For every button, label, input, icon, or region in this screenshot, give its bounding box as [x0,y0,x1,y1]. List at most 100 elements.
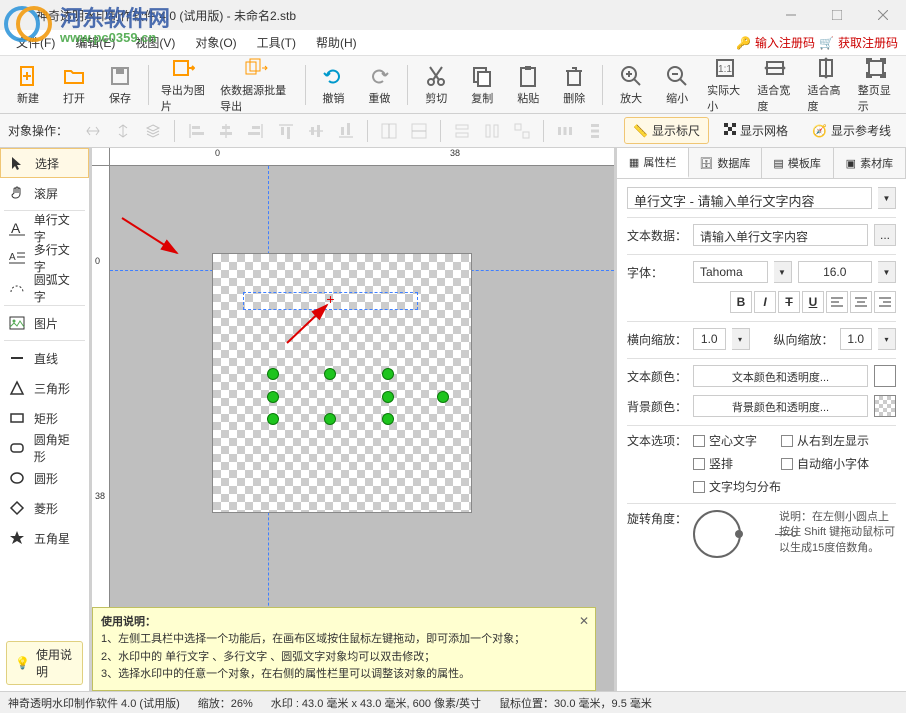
tab-assets[interactable]: ▣素材库 [834,148,906,178]
toolbar-undo-button[interactable]: 撤销 [311,60,355,110]
tool-cursor[interactable]: 选择 [0,148,89,178]
toolbar-batch-export-button[interactable]: 依数据源批量导出 [214,52,298,118]
vscale-field[interactable]: 1.0 [840,328,873,350]
align-center-text-button[interactable] [850,291,872,313]
tool-hand[interactable]: 滚屏 [0,178,89,208]
check-distribute[interactable]: 文字均匀分布 [693,478,781,495]
menu-help[interactable]: 帮助(H) [308,31,365,54]
toolbar-fit-width-button[interactable]: 适合宽度 [751,52,799,118]
object-title-field[interactable]: 单行文字 - 请输入单行文字内容 [627,187,872,209]
rotate-dial-wrap[interactable] [693,510,773,558]
minimize-button[interactable] [768,0,814,30]
close-button[interactable] [860,0,906,30]
help-button[interactable]: 💡 使用说明 [6,641,83,685]
handle-rotate[interactable] [437,391,449,403]
handle-mr[interactable] [382,391,394,403]
center-h-button[interactable] [376,118,402,144]
handle-ml[interactable] [267,391,279,403]
align-top-button[interactable] [273,118,299,144]
align-bottom-button[interactable] [333,118,359,144]
align-right-button[interactable] [243,118,269,144]
font-field[interactable]: Tahoma [693,261,768,283]
tab-database[interactable]: 🗄数据库 [689,148,761,178]
toolbar-zoom-in-button[interactable]: 放大 [609,60,653,110]
text-data-more-button[interactable]: ... [874,224,896,246]
align-left-button[interactable] [183,118,209,144]
distribute-h-button[interactable] [552,118,578,144]
show-ruler-toggle[interactable]: 📏 显示标尺 [624,117,709,144]
same-height-button[interactable] [479,118,505,144]
check-rtl[interactable]: 从右到左显示 [781,432,869,449]
get-code-link[interactable]: 🛒 获取注册码 [819,34,898,51]
font-dropdown-button[interactable]: ▼ [774,261,792,283]
info-close-button[interactable]: ✕ [577,612,591,626]
menu-object[interactable]: 对象(O) [187,31,244,54]
check-autoshrink[interactable]: 自动缩小字体 [781,455,869,472]
handle-tr[interactable] [382,368,394,380]
object-dropdown-button[interactable]: ▼ [878,187,896,209]
tool-round-rect[interactable]: 圆角矩形 [0,433,89,463]
handle-tl[interactable] [267,368,279,380]
text-color-swatch[interactable] [874,365,896,387]
toolbar-zoom-actual-button[interactable]: 1:1实际大小 [701,52,749,118]
toolbar-delete-button[interactable]: 删除 [552,60,596,110]
handle-br[interactable] [382,413,394,425]
font-size-field[interactable]: 16.0 [798,261,873,283]
toolbar-zoom-out-button[interactable]: 缩小 [655,60,699,110]
center-v-button[interactable] [406,118,432,144]
toolbar-redo-button[interactable]: 重做 [357,60,401,110]
align-middle-v-button[interactable] [303,118,329,144]
underline-button[interactable]: U [802,291,824,313]
tool-ellipse[interactable]: 圆形 [0,463,89,493]
menu-edit[interactable]: 编辑(E) [67,31,123,54]
toolbar-fit-height-button[interactable]: 适合高度 [802,52,850,118]
menu-tools[interactable]: 工具(T) [249,31,304,54]
toolbar-save-button[interactable]: 保存 [98,60,142,110]
same-size-button[interactable] [509,118,535,144]
check-hollow[interactable]: 空心文字 [693,432,757,449]
vscale-stepper[interactable]: ▾ [878,328,896,350]
tab-template[interactable]: ▤模板库 [762,148,834,178]
canvas-area[interactable]: 0 38 0 38 + [92,148,614,691]
same-width-button[interactable] [449,118,475,144]
bg-color-swatch[interactable] [874,395,896,417]
tool-diamond[interactable]: 菱形 [0,493,89,523]
text-data-field[interactable]: 请输入单行文字内容 [693,224,868,246]
layer-button[interactable] [140,118,166,144]
strike-button[interactable]: T [778,291,800,313]
flip-h-button[interactable] [80,118,106,144]
tool-text-multi[interactable]: A多行文字 [0,243,89,273]
menu-view[interactable]: 视图(V) [127,31,183,54]
tool-text-single[interactable]: A单行文字 [0,213,89,243]
toolbar-export-image-button[interactable]: 导出为图片 [155,52,212,118]
toolbar-paste-button[interactable]: 粘贴 [506,60,550,110]
tool-triangle[interactable]: 三角形 [0,373,89,403]
toolbar-fit-page-button[interactable]: 整页显示 [852,52,900,118]
show-grid-toggle[interactable]: 显示网格 [715,117,797,144]
menu-file[interactable]: 文件(F) [8,31,63,54]
handle-tc[interactable] [324,368,336,380]
toolbar-copy-button[interactable]: 复制 [460,60,504,110]
tool-image[interactable]: 图片 [0,308,89,338]
tool-rect[interactable]: 矩形 [0,403,89,433]
show-guides-toggle[interactable]: 🧭 显示参考线 [803,117,900,144]
enter-code-link[interactable]: 🔑 输入注册码 [736,34,815,51]
tool-line[interactable]: 直线 [0,343,89,373]
text-color-button[interactable]: 文本颜色和透明度... [693,365,868,387]
tool-star[interactable]: 五角星 [0,523,89,553]
hscale-stepper[interactable]: ▾ [732,328,750,350]
align-center-h-button[interactable] [213,118,239,144]
align-left-text-button[interactable] [826,291,848,313]
distribute-v-button[interactable] [582,118,608,144]
handle-bl[interactable] [267,413,279,425]
tool-text-arc[interactable]: 圆弧文字 [0,273,89,303]
handle-bc[interactable] [324,413,336,425]
hscale-field[interactable]: 1.0 [693,328,726,350]
toolbar-folder-open-button[interactable]: 打开 [52,60,96,110]
align-right-text-button[interactable] [874,291,896,313]
tab-properties[interactable]: ▦属性栏 [617,148,689,178]
bold-button[interactable]: B [730,291,752,313]
italic-button[interactable]: I [754,291,776,313]
check-vertical[interactable]: 竖排 [693,455,733,472]
toolbar-cut-button[interactable]: 剪切 [414,60,458,110]
